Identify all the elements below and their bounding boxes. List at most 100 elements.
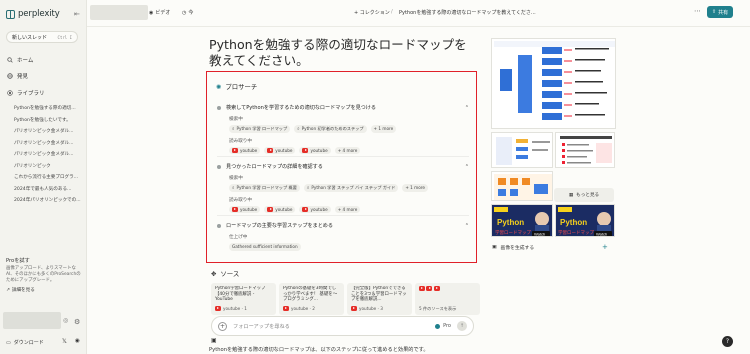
youtube-icon [283,306,289,311]
library-list: Pythonを勉強する際の適切... Pythonを勉強したいです。 パリオリン… [14,103,84,207]
watch-label: Watch [534,232,545,237]
query-chip[interactable]: ⌕ Python 学習 ロードマップ [229,125,291,133]
more-images-button[interactable]: ▦ もっと見る [554,188,614,202]
finish-label: 仕上げ中 [229,235,248,240]
more-sources-chip[interactable]: + 4 more [334,205,361,213]
source-cards: Python学習ロードマップ【40分で徹底解説 - YouTube youtub… [211,283,480,315]
pro-search-header: ✺ プロサーチ [216,82,257,92]
source-chip[interactable]: youtube [229,146,261,154]
thumbnail-subtitle: 学習ロードマップ [558,229,594,236]
source-icons [419,286,476,303]
step-title: 見つかったロードマップの詳細を確認する [226,164,323,170]
new-thread-button[interactable]: 新しいスレッド Ctrl I [6,31,78,43]
pro-toggle[interactable]: Pro [435,323,451,329]
youtube-icon [351,306,357,311]
plus-icon[interactable]: + [602,243,608,251]
image-icon: ▦ [568,192,574,198]
video-thumbnail[interactable]: Python 学習ロードマップ Watch [555,204,615,237]
youtube-icon [302,148,309,153]
download-button[interactable]: ▭ ダウンロード [6,339,44,347]
discord-icon[interactable]: ◉ [75,338,80,344]
library-item[interactable]: Pythonを勉強したいです。 [14,115,84,127]
source-chip[interactable]: youtube [264,146,296,154]
more-sources-chip[interactable]: + 4 more [334,146,361,154]
view-sources-label: 5 件のソースを表示 [419,306,457,311]
library-item[interactable]: パリオリンピック金メダル... [14,149,84,161]
source-card[interactable]: Python学習ロードマップ【40分で徹底解説 - YouTube youtub… [211,283,276,315]
view-more-sources-card[interactable]: 5 件のソースを表示 [415,283,480,315]
youtube-icon [433,286,440,291]
source-site: youtube · 2 [291,306,315,311]
step-status-icon [217,105,221,110]
chevron-up-icon[interactable]: ⌃ [465,223,469,229]
image-thumbnail[interactable] [491,171,553,201]
youtube-icon [419,286,425,291]
answer-icon: ▣ [211,337,217,344]
query-chip[interactable]: ⌕ Python 学習 ステップ バイ ステップ ガイド [303,184,399,192]
pro-learn-more-link[interactable]: ↗ 詳細を見る [6,287,35,294]
source-chip[interactable]: youtube [299,205,331,213]
more-options-icon[interactable]: ⋯ [694,7,701,15]
help-button[interactable]: ? [722,336,733,347]
query-chip[interactable]: ⌕ Python 学習 ロードマップ 概要 [229,184,300,192]
pro-description: 画像アップロード、よりスマートなAI、そのほかにも多くのProSearchのため… [6,266,81,283]
download-label: ダウンロード [13,340,44,346]
step-header[interactable]: 見つかったロードマップの詳細を確認する ⌃ [217,163,469,170]
image-thumbnail[interactable] [555,132,615,168]
sparkle-icon: ✺ [216,82,222,91]
library-item[interactable]: 2024年パリオリンピックでの... [14,195,84,207]
step-header[interactable]: ロードマップの主要な学習ステップをまとめる ⌃ [217,222,469,229]
library-item[interactable]: パリオリンピック [14,161,84,173]
sidebar: perplexity ⇤ 新しいスレッド Ctrl I ホーム 発見 ライブラリ… [0,0,87,354]
source-name: youtube [310,147,328,153]
time-indicator: ◷ 今 [182,9,193,17]
sidebar-item-home[interactable]: ホーム [7,56,33,64]
followup-input[interactable]: + フォローアップを尋ねる Pro ↑ [211,316,474,336]
collapse-sidebar-icon[interactable]: ⇤ [74,10,80,18]
query-text: Python 学習 ロードマップ [236,125,288,131]
query-chip[interactable]: ⌕ Python 初学者のためのステップ [294,125,367,133]
library-item[interactable]: パリオリンピック金メダル... [14,138,84,150]
library-item[interactable]: 2024年で最も人気のある... [14,184,84,196]
search-icon: ⌕ [232,126,235,132]
library-item[interactable]: パリオリンピック金メダル... [14,126,84,138]
add-to-collection-button[interactable]: + コレクション [354,9,390,16]
image-thumbnail[interactable] [491,132,553,168]
sidebar-item-discover[interactable]: 発見 [7,72,28,80]
search-icon [7,57,13,63]
youtube-icon [215,306,221,311]
account-button[interactable] [3,312,61,329]
image-icon: ▣ [492,245,497,250]
source-chip[interactable]: youtube [264,205,296,213]
roadmap-diagram-image[interactable] [491,38,616,129]
video-thumbnail[interactable]: Python 学習ロードマップ Watch [491,204,553,237]
chevron-up-icon[interactable]: ⌃ [465,164,469,170]
roadmap-diagram-graphic [494,41,615,120]
source-card[interactable]: 【完全版】Pythonでできることを3つ＆学習ロードマップを徹底解説... yo… [347,283,412,315]
circle-icon[interactable]: ◎ [63,317,68,324]
source-card[interactable]: Pythonの基礎を3時間でしっかり学べます！ 基礎を〜プログラミング... y… [279,283,344,315]
thumbnail-graphic [560,136,612,164]
toggle-icon [435,323,441,329]
arrow-icon: ↗ [6,287,10,293]
video-indicator[interactable]: ◉ ビデオ [149,9,170,17]
logo[interactable]: perplexity [6,9,60,19]
x-icon[interactable]: 𝕏 [62,338,67,345]
step-header[interactable]: 検索してPythonを学習するための適切なロードマップを見つける ⌃ [217,104,469,111]
send-button[interactable]: ↑ [457,321,467,331]
download-icon: ▭ [6,339,11,346]
sidebar-item-library[interactable]: ライブラリ [7,89,45,97]
pro-search-panel: ✺ プロサーチ 検索してPythonを学習するための適切なロードマップを見つける… [206,71,477,263]
more-queries-chip[interactable]: + 1 more [402,184,429,192]
gear-icon[interactable]: ⚙ [74,318,80,326]
source-chip[interactable]: youtube [299,146,331,154]
library-item[interactable]: これから流行る主要プログラ... [14,172,84,184]
generate-image-button[interactable]: ▣ 画像を生成する [492,244,534,251]
share-button[interactable]: ⇪ 共有 [707,6,733,18]
chevron-up-icon[interactable]: ⌃ [465,105,469,111]
library-item[interactable]: Pythonを勉強する際の適切... [14,103,84,115]
source-name: youtube [275,147,293,153]
attach-icon[interactable]: + [218,321,227,331]
source-chip[interactable]: youtube [229,205,261,213]
more-queries-chip[interactable]: + 1 more [370,125,397,133]
